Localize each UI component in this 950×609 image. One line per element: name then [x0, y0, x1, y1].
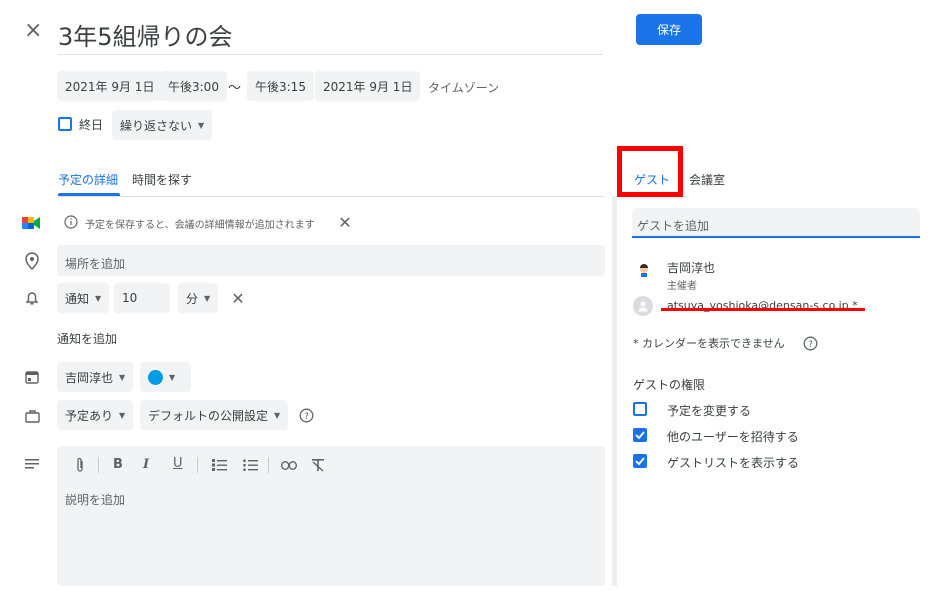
location-input[interactable]: [57, 245, 605, 276]
panel-divider: [612, 196, 617, 586]
permission-modify-label: 予定を変更する: [667, 404, 752, 418]
permission-modify-checkbox[interactable]: [633, 402, 647, 416]
chevron-down-icon: ▼: [95, 293, 102, 303]
calendar-owner-select[interactable]: 吉岡淳也 ▼: [57, 362, 134, 392]
permission-seelist-checkbox[interactable]: [633, 454, 647, 468]
toolbar-divider: [197, 457, 198, 473]
timezone-link[interactable]: タイムゾーン: [428, 79, 499, 96]
add-notification-link[interactable]: 通知を追加: [57, 330, 117, 347]
info-icon: [64, 215, 78, 229]
start-date-chip[interactable]: 2021年 9月 1日: [57, 71, 163, 101]
bulleted-list-icon[interactable]: [242, 458, 258, 472]
bell-icon: [24, 290, 40, 306]
chevron-down-icon: ▼: [119, 372, 126, 382]
close-button[interactable]: ×: [24, 18, 46, 46]
chevron-down-icon: ▼: [204, 293, 211, 303]
help-icon[interactable]: ?: [298, 407, 314, 423]
remove-notification-icon[interactable]: ✕: [230, 289, 246, 308]
briefcase-icon: [24, 408, 40, 424]
underline-button[interactable]: U: [173, 456, 183, 471]
repeat-label: 繰り返さない: [120, 118, 193, 133]
help-icon[interactable]: ?: [802, 335, 818, 351]
toolbar-divider: [98, 457, 99, 473]
start-time-chip[interactable]: 午後3:00: [160, 71, 227, 101]
chevron-down-icon: ▼: [169, 372, 176, 382]
tab-find-time[interactable]: 時間を探す: [132, 171, 192, 188]
google-meet-icon: [22, 216, 40, 230]
location-placeholder: 場所を追加: [65, 257, 126, 271]
calendar-notice: * カレンダーを表示できません: [633, 337, 785, 350]
time-separator: 〜: [228, 81, 242, 96]
guest-avatar: [633, 296, 653, 316]
numbered-list-icon[interactable]: [211, 458, 227, 472]
calendar-owner-label: 吉岡淳也: [65, 370, 114, 385]
organizer-name: 吉岡淳也: [667, 261, 716, 275]
end-time-chip[interactable]: 午後3:15: [247, 71, 314, 101]
color-dot: [148, 369, 163, 385]
add-guest-placeholder: ゲストを追加: [637, 219, 710, 233]
description-editor[interactable]: [57, 446, 605, 586]
allday-label: 終日: [79, 118, 104, 132]
visibility-label: デフォルトの公開設定: [148, 408, 269, 423]
bold-button[interactable]: B: [113, 457, 123, 472]
title-underline: [58, 54, 603, 55]
description-icon: [24, 458, 40, 470]
tab-rooms[interactable]: 会議室: [689, 171, 725, 188]
calendar-icon: [24, 369, 40, 385]
italic-button[interactable]: I: [143, 457, 149, 472]
chevron-down-icon: ▼: [274, 410, 281, 420]
avatar: [636, 262, 652, 278]
visibility-select[interactable]: デフォルトの公開設定 ▼: [140, 400, 289, 430]
notification-value-input[interactable]: 10: [114, 283, 170, 313]
link-icon[interactable]: [280, 459, 298, 471]
location-pin-icon: [24, 252, 40, 270]
notification-type-label: 通知: [65, 291, 90, 306]
chevron-down-icon: ▼: [198, 120, 205, 130]
permission-invite-checkbox[interactable]: [633, 428, 647, 442]
permission-invite-label: 他のユーザーを招待する: [667, 430, 799, 444]
dismiss-meet-icon[interactable]: ✕: [337, 213, 353, 232]
chevron-down-icon: ▼: [119, 410, 126, 420]
permission-seelist-label: ゲストリストを表示する: [667, 456, 800, 470]
permissions-heading: ゲストの権限: [633, 378, 706, 392]
notification-type-select[interactable]: 通知 ▼: [57, 283, 110, 313]
event-title[interactable]: 3年5組帰りの会: [58, 17, 233, 52]
attachment-icon[interactable]: [73, 456, 87, 474]
allday-checkbox[interactable]: [58, 117, 72, 131]
tab-guests[interactable]: ゲスト: [634, 171, 670, 188]
guest-email-red-underline: [661, 308, 865, 311]
notification-unit-label: 分: [186, 291, 199, 306]
end-date-chip[interactable]: 2021年 9月 1日: [315, 71, 421, 101]
notification-unit-select[interactable]: 分 ▼: [178, 283, 219, 313]
description-placeholder: 説明を追加: [65, 493, 126, 507]
svg-text:?: ?: [808, 340, 813, 350]
svg-text:?: ?: [304, 412, 309, 422]
organizer-role: 主催者: [667, 281, 697, 292]
tab-event-details[interactable]: 予定の詳細: [58, 171, 118, 188]
repeat-select[interactable]: 繰り返さない ▼: [112, 110, 213, 140]
event-color-select[interactable]: ▼: [140, 362, 191, 392]
clear-format-icon[interactable]: [310, 457, 326, 473]
meet-info-text: 予定を保存すると、会議の詳細情報が追加されます: [85, 220, 315, 231]
toolbar-divider: [268, 457, 269, 473]
availability-label: 予定あり: [65, 408, 114, 423]
availability-select[interactable]: 予定あり ▼: [57, 400, 134, 430]
save-button[interactable]: 保存: [636, 14, 702, 45]
tabs-divider: [58, 196, 605, 197]
